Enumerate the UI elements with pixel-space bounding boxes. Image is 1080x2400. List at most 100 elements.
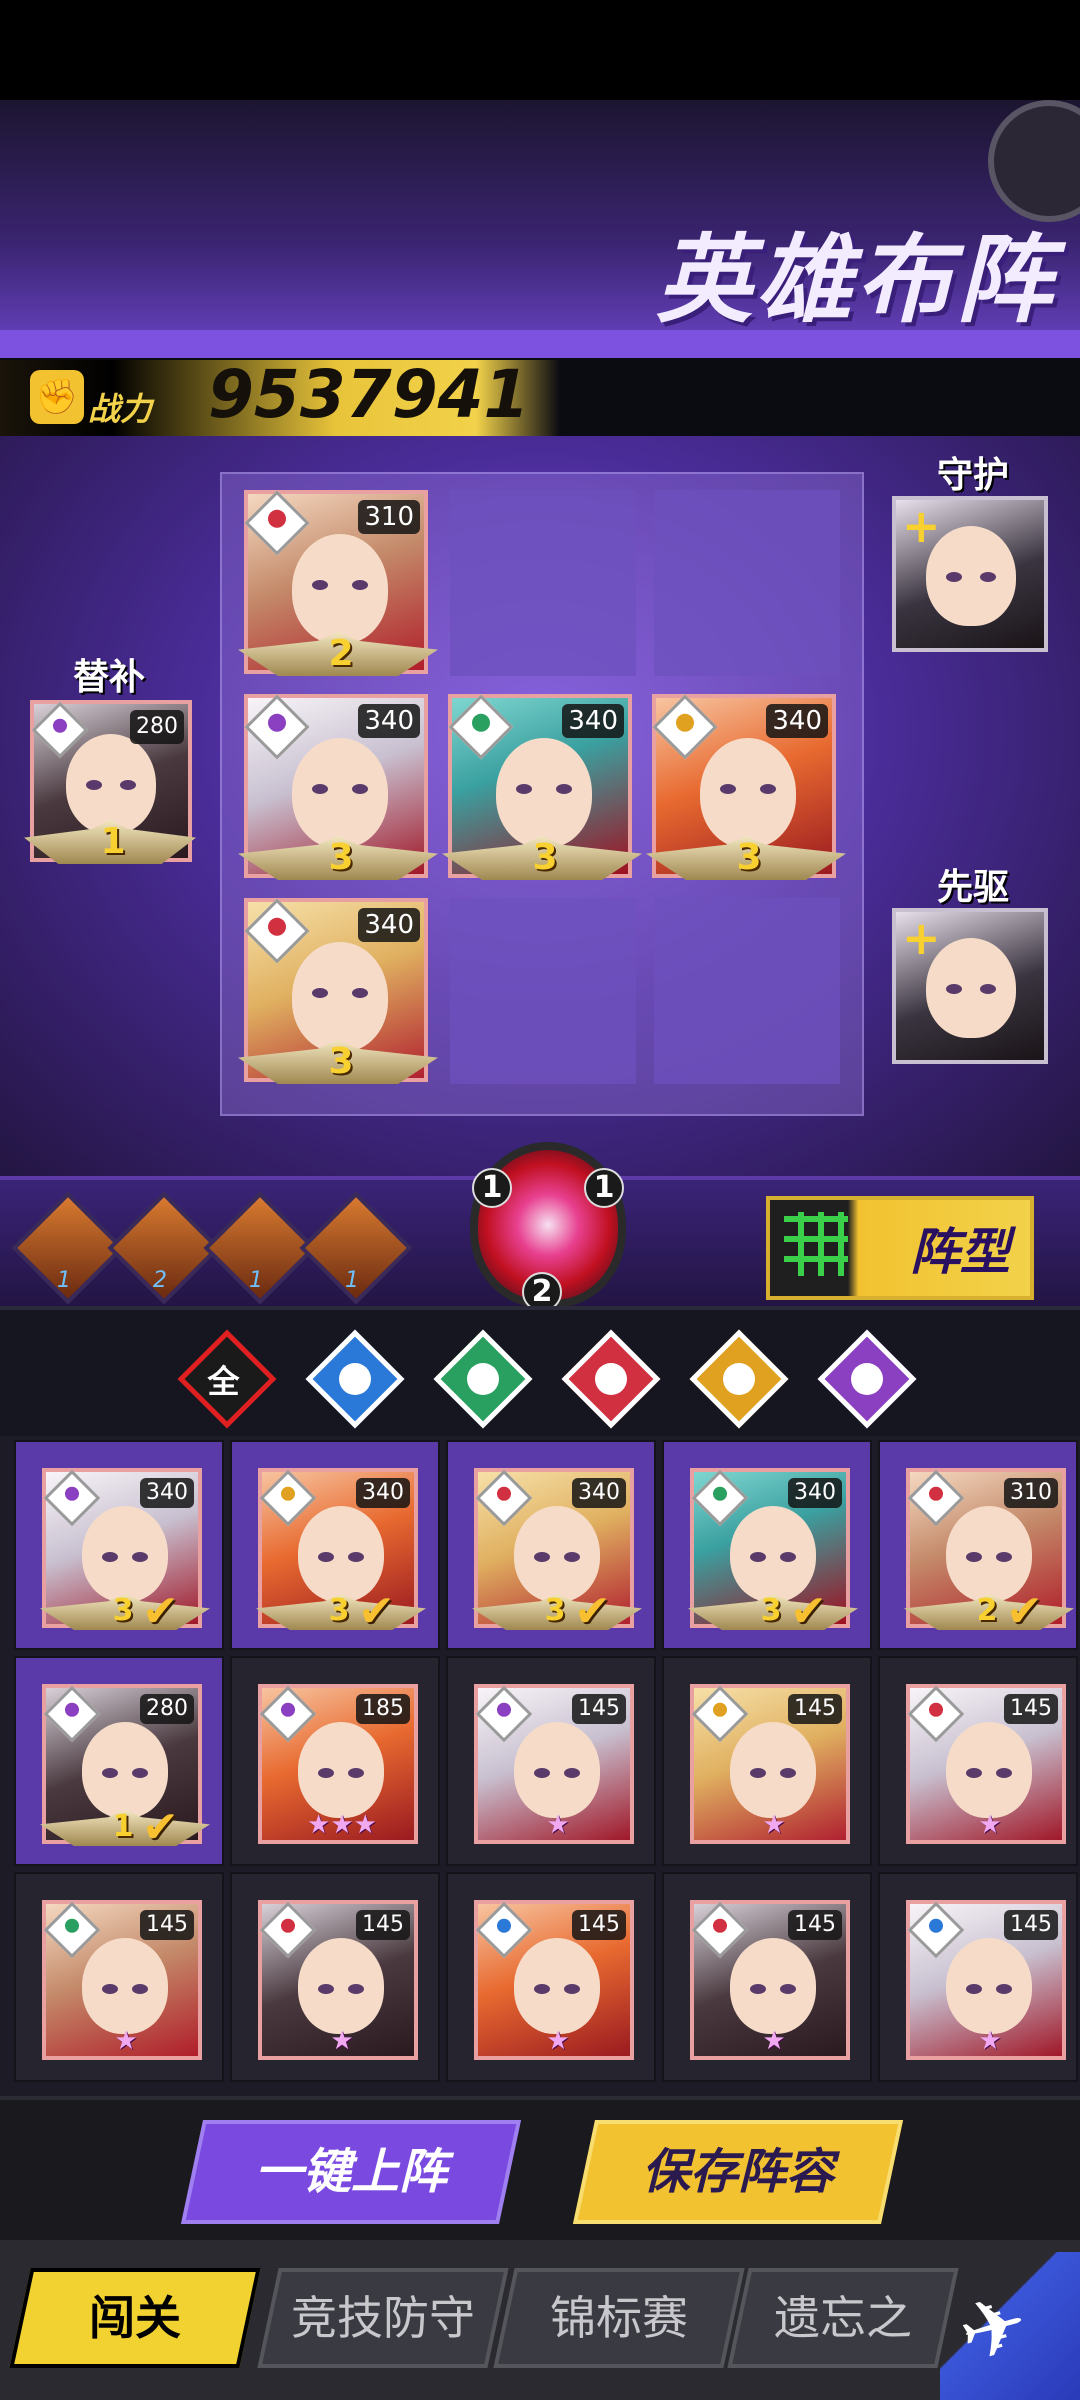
hero-portrait [700,738,796,848]
tab-tournament[interactable]: 锦标赛 [493,2268,745,2368]
hero-portrait [496,738,592,848]
faction-gold-icon [259,1469,317,1527]
save-lineup-button[interactable]: 保存阵容 [572,2120,904,2224]
hero-portrait [514,1938,600,2034]
hero-level: 340 [572,1478,626,1508]
grid-slot-empty[interactable] [450,898,636,1084]
hero-level: 310 [358,500,420,534]
faction-gold-icon [652,694,718,760]
star-rating: ★★★ [307,1810,377,1840]
list-hero[interactable]: 310 2 ✔ [878,1440,1078,1650]
status-bar [0,0,1080,100]
buff-level: 1 [249,1268,263,1293]
hero-star: 2 [976,1593,998,1628]
faction-balance-shield[interactable]: 1 1 2 [470,1142,626,1312]
check-icon: ✔ [1006,1586,1043,1637]
faction-red-icon [244,490,310,556]
list-hero[interactable]: 340 3 ✔ [662,1440,872,1650]
star-rating: ★ [546,1810,570,1840]
grid-slot-empty[interactable] [654,898,840,1084]
faction-red-icon [259,1901,317,1959]
hero-star: 2 [328,633,354,674]
corner-logo: ✈ [940,2252,1080,2400]
list-hero[interactable]: 280 1 ✔ [14,1656,224,1866]
hero-level: 280 [130,710,184,744]
formation-type-button[interactable]: 阵型 [766,1196,1034,1300]
hero-level: 340 [356,1478,410,1508]
hero-portrait [292,738,388,848]
grid-hero[interactable]: 310 2 [238,490,438,676]
tab-arena-defense[interactable]: 竞技防守 [257,2268,509,2368]
list-hero[interactable]: 340 3 ✔ [446,1440,656,1650]
list-hero[interactable]: 340 3 ✔ [14,1440,224,1650]
star-rating: ★ [546,2026,570,2056]
list-hero[interactable]: 145 ★ [662,1872,872,2082]
list-hero[interactable]: 145 ★ [878,1872,1078,2082]
grid-hero[interactable]: 340 3 [442,694,642,880]
action-bar [0,2096,1080,2244]
hero-level: 310 [1004,1478,1058,1508]
hero-level: 145 [1004,1910,1058,1940]
faction-glyph [339,1363,371,1395]
formation-type-label: 阵型 [910,1223,1010,1281]
guard-label: 守护 [936,455,1009,496]
faction-purple-icon [475,1685,533,1743]
vanguard-label: 先驱 [936,867,1009,908]
guard-slot[interactable]: + [892,496,1048,652]
faction-red-icon [907,1685,965,1743]
hero-star: 3 [328,1593,350,1628]
list-hero[interactable]: 145 ★ [14,1872,224,2082]
hero-star: 3 [760,1593,782,1628]
hero-level: 185 [356,1694,410,1724]
list-hero[interactable]: 145 ★ [446,1656,656,1866]
vanguard-slot[interactable]: + [892,908,1048,1064]
hero-portrait [730,1722,816,1818]
hero-portrait [946,1938,1032,2034]
faction-glyph [851,1363,883,1395]
faction-green-icon [691,1469,749,1527]
list-hero[interactable]: 185 ★★★ [230,1656,440,1866]
list-hero[interactable]: 145 ★ [446,1872,656,2082]
hero-star: 1 [112,1809,134,1844]
grid-hero[interactable]: 340 3 [238,898,438,1084]
list-hero[interactable]: 340 3 ✔ [230,1440,440,1650]
grid-slot-empty[interactable] [450,490,636,676]
list-hero[interactable]: 145 ★ [662,1656,872,1866]
tab-forgotten[interactable]: 遗忘之 [727,2268,959,2368]
hero-portrait [298,1938,384,2034]
hero-level: 340 [358,908,420,942]
formation-grid: 310 2 340 3 340 3 340 3 340 3 [220,472,864,1116]
faction-blue-icon [475,1901,533,1959]
faction-red-icon [691,1901,749,1959]
hero-level: 145 [572,1910,626,1940]
tab-stages[interactable]: 闯关 [9,2268,261,2368]
tab-label: 竞技防守 [291,2291,475,2345]
substitute-hero[interactable]: 280 1 [24,700,196,864]
shield-count-right: 1 [584,1168,624,1208]
faction-purple-icon [259,1685,317,1743]
grid-slot-empty[interactable] [654,490,840,676]
fist-icon: ✊ [30,370,84,424]
star-rating: ★ [978,1810,1002,1840]
grid-hero[interactable]: 340 3 [646,694,846,880]
check-icon: ✔ [358,1586,395,1637]
faction-glyph [723,1363,755,1395]
hero-level: 340 [358,704,420,738]
faction-gold-icon [691,1685,749,1743]
faction-purple-icon [43,1685,101,1743]
list-hero[interactable]: 145 ★ [230,1872,440,2082]
hero-star: 3 [112,1593,134,1628]
hero-portrait [946,1722,1032,1818]
buff-level: 1 [345,1268,359,1293]
grid-hero[interactable]: 340 3 [238,694,438,880]
check-icon: ✔ [574,1586,611,1637]
faction-purple-icon [244,694,310,760]
star-rating: ★ [978,2026,1002,2056]
auto-deploy-button[interactable]: 一键上阵 [180,2120,522,2224]
check-icon: ✔ [142,1802,179,1853]
check-icon: ✔ [790,1586,827,1637]
wing-icon: ✈ [949,2274,1038,2383]
list-hero[interactable]: 145 ★ [878,1656,1078,1866]
faction-green-icon [448,694,514,760]
hero-list: 340 3 ✔ 340 3 ✔ 340 3 ✔ 340 3 ✔ 310 2 ✔ 280 1 ✔ 185 ★… [0,1436,1080,2096]
